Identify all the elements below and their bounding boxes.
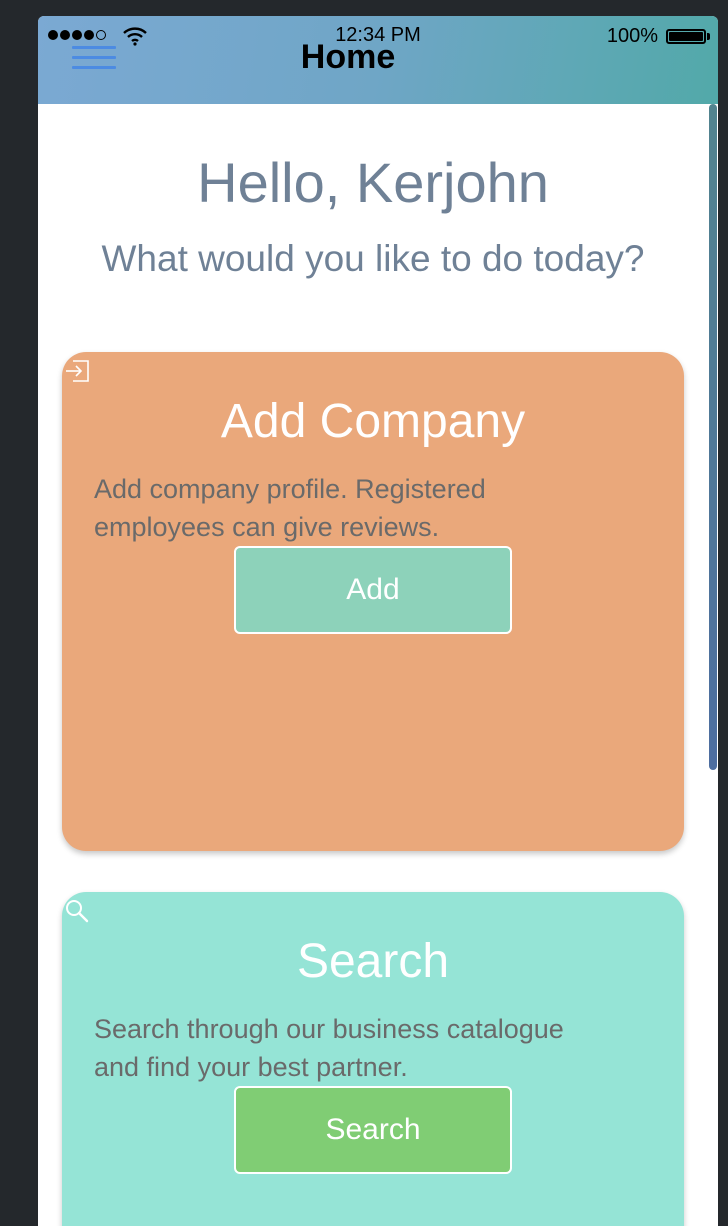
card-title: Add Company <box>220 395 526 448</box>
sign-in-icon <box>66 360 89 382</box>
app-screen: 12:34 PM 100% Home Hello, Kerjohn What w… <box>38 16 718 1226</box>
navigation-bar: 12:34 PM 100% Home <box>38 16 718 104</box>
page-title: Home <box>300 38 396 76</box>
search-card: Search Search through our business catal… <box>62 892 684 1226</box>
card-description: Search through our business catalogue an… <box>94 1014 564 1082</box>
greeting-title: Hello, Kerjohn <box>197 151 549 214</box>
scrollbar[interactable] <box>709 104 717 770</box>
greeting-subtitle: What would you like to do today? <box>101 238 645 279</box>
search-icon <box>66 900 89 923</box>
card-title: Search <box>296 935 450 988</box>
add-company-card: Add Company Add company profile. Registe… <box>62 352 684 851</box>
battery-tip <box>707 33 710 40</box>
search-button[interactable]: Search <box>234 1086 512 1174</box>
card-description: Add company profile. Registered employee… <box>94 474 486 542</box>
battery-icon <box>666 29 706 44</box>
add-button[interactable]: Add <box>234 546 512 634</box>
